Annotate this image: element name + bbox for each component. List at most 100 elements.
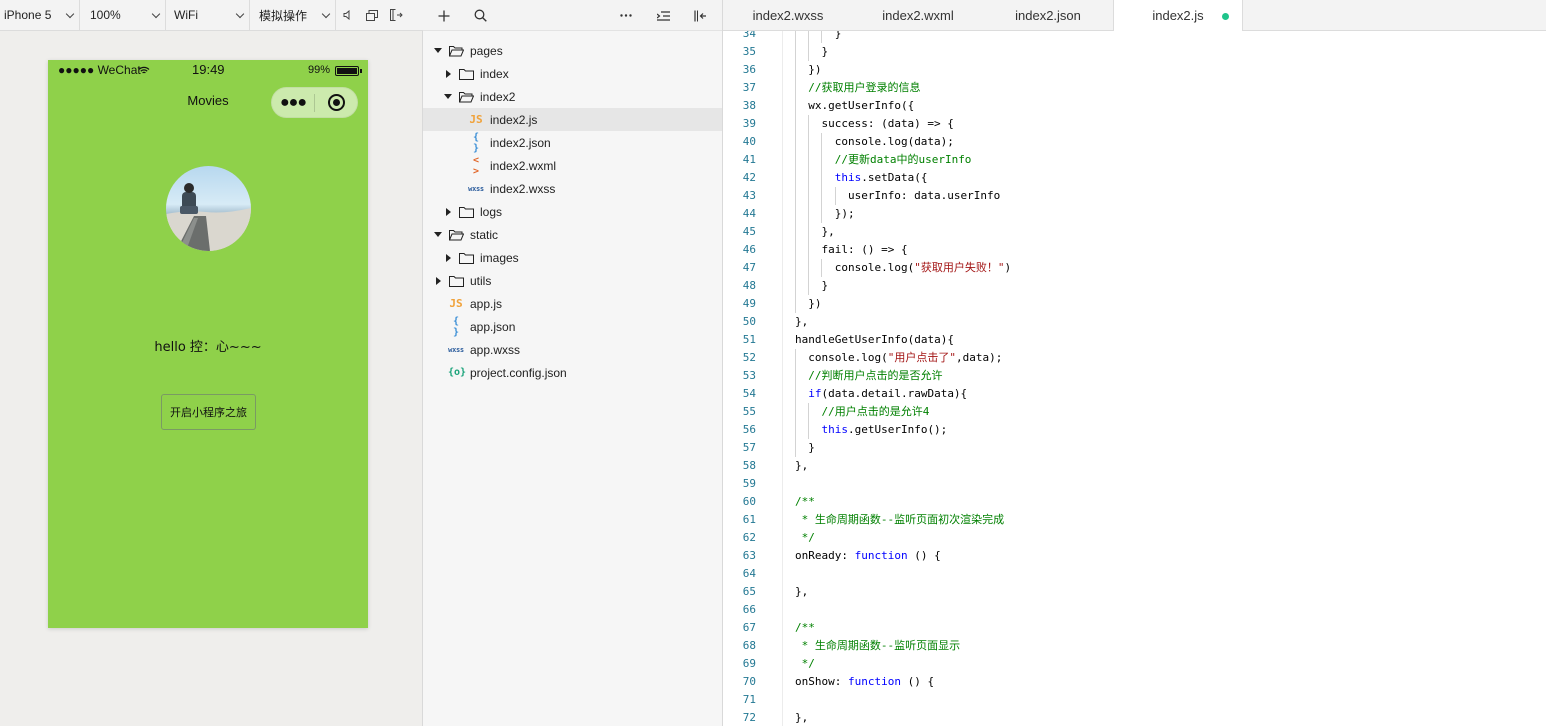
indent-guide: [795, 367, 796, 385]
code-text: */: [795, 529, 815, 547]
tree-file-app-js[interactable]: JS app.js: [423, 292, 722, 315]
code-area[interactable]: 34} 35} 36}) 37//获取用户登录的信息 38 wx.getUserInfo(…: [723, 31, 1546, 726]
line-number: 34: [742, 31, 756, 40]
devtools-window: iPhone 5 100% WiFi 模拟操作 ●●●●● WeChat 19:…: [0, 0, 1546, 726]
chevron-right-icon[interactable]: [443, 207, 453, 216]
code-text: onReady: function () {: [795, 547, 941, 565]
code-line: 38 wx.getUserInfo({: [723, 97, 1546, 115]
code-token: }): [808, 63, 822, 76]
tree-folder-pages[interactable]: pages: [423, 39, 722, 62]
tree-file-app-wxss[interactable]: wxss app.wxss: [423, 338, 722, 361]
chevron-right-icon[interactable]: [443, 253, 453, 262]
tree-folder-index2[interactable]: index2: [423, 85, 722, 108]
chevron-right-icon[interactable]: [443, 69, 453, 78]
code-editor: index2.wxss index2.wxml index2.json index2.…: [723, 0, 1546, 726]
line-number: 35: [742, 45, 756, 58]
tree-file-app-json[interactable]: { } app.json: [423, 315, 722, 338]
line-number: 54: [742, 387, 756, 400]
collapse-all-icon[interactable]: [652, 0, 674, 31]
js-file-icon: JS: [449, 297, 463, 310]
indent-guide: [795, 385, 796, 403]
code-token: this: [834, 171, 862, 184]
code-text: //获取用户登录的信息: [808, 79, 920, 97]
indent-guide: [808, 259, 810, 277]
start-journey-button[interactable]: 开启小程序之旅: [161, 394, 256, 430]
chevron-down-icon[interactable]: [433, 232, 443, 237]
chevron-down-icon[interactable]: [433, 48, 443, 53]
code-token: }: [834, 31, 842, 40]
folder-icon: [449, 275, 464, 287]
code-token: },: [795, 711, 809, 724]
operation-select[interactable]: 模拟操作: [250, 0, 336, 31]
code-line: 68 * 生命周期函数--监听页面显示: [723, 637, 1546, 655]
more-icon[interactable]: ●●●: [272, 94, 314, 112]
chevron-down-icon: [235, 9, 245, 18]
tree-folder-logs[interactable]: logs: [423, 200, 722, 223]
add-file-icon[interactable]: [433, 0, 455, 31]
indent-guide: [808, 277, 810, 295]
code-line: 35}: [723, 43, 1546, 61]
line-number: 55: [742, 405, 756, 418]
folder-icon: [448, 45, 465, 57]
code-text: handleGetUserInfo(data){: [795, 331, 954, 349]
tab-index2-wxml[interactable]: index2.wxml: [853, 0, 983, 31]
code-line: 34}: [723, 31, 1546, 43]
line-number: 39: [742, 117, 756, 130]
tab-index2-json[interactable]: index2.json: [983, 0, 1113, 31]
chevron-down-icon[interactable]: [443, 94, 453, 99]
explorer-toolbar: [423, 0, 722, 31]
network-select[interactable]: WiFi: [166, 0, 250, 31]
tree-file-index2-js[interactable]: JS index2.js: [423, 108, 722, 131]
battery-icon: [335, 66, 362, 76]
toggle-panel-icon[interactable]: [689, 0, 711, 31]
code-text: //用户点击的是允许4: [821, 403, 929, 421]
tree-file-index2-json[interactable]: { } index2.json: [423, 131, 722, 154]
search-icon[interactable]: [469, 0, 491, 31]
code-line: 51 handleGetUserInfo(data){: [723, 331, 1546, 349]
code-token: },: [821, 225, 835, 238]
tree-folder-static[interactable]: static: [423, 223, 722, 246]
device-select-value: iPhone 5: [4, 8, 52, 22]
line-number: 51: [742, 333, 756, 346]
code-text: });: [835, 205, 855, 223]
tree-node-label: app.js: [470, 296, 503, 311]
tree-folder-utils[interactable]: utils: [423, 269, 722, 292]
indent-guide: [795, 97, 796, 115]
tab-index2-js[interactable]: index2.js: [1113, 0, 1243, 31]
code-line: 59: [723, 475, 1546, 493]
mute-icon[interactable]: [336, 0, 360, 31]
code-token: //判断用户点击的是否允许: [808, 369, 943, 382]
more-options-icon[interactable]: [615, 0, 637, 31]
popout-window-icon[interactable]: [360, 0, 384, 31]
line-number: 48: [742, 279, 756, 292]
code-line: 39 success: (data) => {: [723, 115, 1546, 133]
line-number: 60: [742, 495, 756, 508]
indent-guide: [821, 259, 823, 277]
indent-guide: [795, 439, 796, 457]
close-miniprogram-icon[interactable]: [315, 94, 357, 111]
code-token: handleGetUserInfo(data){: [795, 333, 954, 346]
device-select[interactable]: iPhone 5: [0, 0, 80, 31]
code-line: 62 */: [723, 529, 1546, 547]
indent-guide: [808, 421, 810, 439]
line-number: 72: [742, 711, 756, 724]
tree-file-index2-wxml[interactable]: < > index2.wxml: [423, 154, 722, 177]
code-line: 48}: [723, 277, 1546, 295]
tree-file-project-config-json[interactable]: {o} project.config.json: [423, 361, 722, 384]
detach-simulator-icon[interactable]: [384, 0, 408, 31]
tree-folder-images[interactable]: images: [423, 246, 722, 269]
tree-folder-index[interactable]: index: [423, 62, 722, 85]
chevron-down-icon: [151, 9, 161, 18]
indent-guide: [795, 349, 796, 367]
indent-guide: [795, 403, 796, 421]
code-text: }: [835, 31, 842, 43]
tab-index2-wxss[interactable]: index2.wxss: [723, 0, 853, 31]
zoom-select[interactable]: 100%: [80, 0, 166, 31]
code-line: 54 if(data.detail.rawData){: [723, 385, 1546, 403]
code-token: /**: [795, 621, 815, 634]
chevron-right-icon[interactable]: [433, 276, 443, 285]
folder-icon: [458, 91, 475, 103]
code-line: 40 console.log(data);: [723, 133, 1546, 151]
code-token: .setData({: [861, 171, 928, 184]
tree-file-index2-wxss[interactable]: wxss index2.wxss: [423, 177, 722, 200]
